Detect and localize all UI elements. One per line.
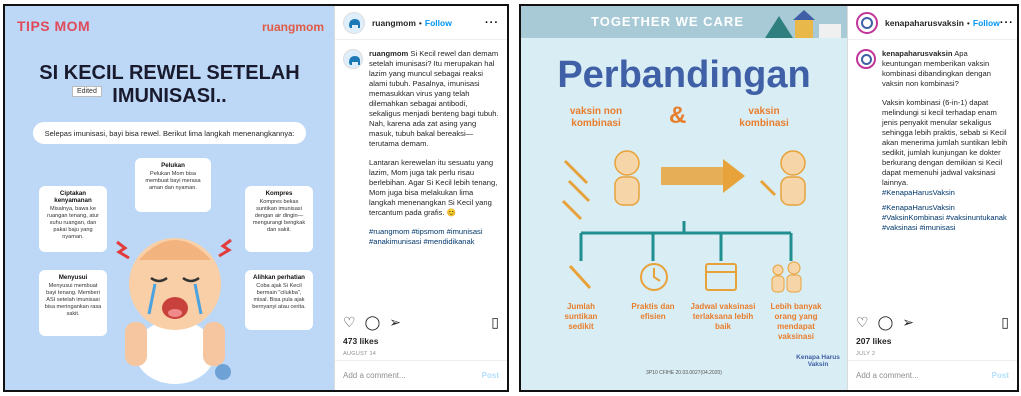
tip-title: Ciptakan kenyamanan: [54, 190, 92, 204]
ampersand: &: [669, 102, 687, 129]
hashtags[interactable]: #ruangmom #tipsmom #imunisasi #anakimuni…: [369, 227, 499, 247]
ruangmom-logo: ruangmom: [261, 20, 324, 34]
intro-banner: Selepas imunisasi, bayi bisa rewel. Beri…: [33, 122, 306, 144]
post-sidebar: ruangmom • Follow ··· ruangmom Si Kecil …: [334, 6, 507, 390]
follow-button[interactable]: Follow: [973, 18, 1000, 28]
comment-bar: Add a comment... Post: [335, 360, 507, 390]
hashtag-main[interactable]: #KenapaHarusVaksin: [882, 188, 1009, 198]
caption-paragraph: Vaksin kombinasi (6-in-1) dapat melindun…: [882, 98, 1008, 187]
benefit-label: Praktis dan efisien: [631, 302, 675, 321]
bookmark-icon[interactable]: ▯: [1001, 314, 1009, 331]
benefit-label: Jumlah suntikan sedikit: [564, 302, 598, 331]
separator-dot: •: [418, 17, 422, 28]
post-header: ruangmom • Follow ···: [335, 6, 507, 40]
edited-badge: Edited: [72, 86, 102, 97]
comment-bar: Add a comment... Post: [848, 360, 1017, 390]
tip-box-alihkan: Alihkan perhatian Coba ajak Si Kecil ber…: [245, 270, 313, 330]
like-heart-icon[interactable]: ♡: [856, 314, 869, 331]
share-icon[interactable]: ➢: [902, 314, 914, 331]
action-bar: ♡ ◯ ➢ ▯: [343, 313, 499, 331]
post-date: AUGUST 14: [343, 351, 377, 357]
tip-title: Menyusui: [58, 274, 88, 281]
post-image-kenapaharusvaksin: TOGETHER WE CARE Perbandingan & vaksin n…: [521, 6, 847, 390]
tip-body: Misalnya, bawa ke ruangan tenang, atur s…: [47, 206, 99, 240]
tip-title: Kompres: [265, 190, 293, 197]
more-options-icon[interactable]: ···: [485, 17, 499, 29]
avatar[interactable]: [856, 49, 876, 69]
separator-dot: •: [966, 17, 970, 28]
instagram-post-kenapaharusvaksin: TOGETHER WE CARE Perbandingan & vaksin n…: [519, 4, 1019, 392]
houses-illustration: [765, 10, 841, 38]
tip-box-menyusui: Menyusui Menyusui membuat bayi tenang. M…: [39, 270, 107, 336]
tips-mom-logo: TIPS MOM: [17, 18, 91, 34]
comment-input[interactable]: Add a comment...: [856, 371, 919, 380]
comment-icon[interactable]: ◯: [878, 314, 894, 331]
post-header: kenapaharusvaksin • Follow ···: [848, 6, 1017, 40]
follow-button[interactable]: Follow: [425, 18, 452, 28]
elephant-logo-icon: [349, 18, 360, 28]
caption-area: kenapaharusvaksin Apa keuntungan memberi…: [848, 41, 1017, 256]
tip-box-pelukan: Pelukan Pelukan Mom bisa membuat bayi me…: [135, 158, 211, 212]
tip-body: Kompres bekas suntikan imunisasi dengan …: [252, 199, 306, 233]
tip-body: Coba ajak Si Kecil bermain "cilukba", mi…: [252, 283, 306, 310]
avatar[interactable]: [856, 11, 878, 34]
more-options-icon[interactable]: ···: [1000, 17, 1014, 29]
caption-username[interactable]: ruangmom: [369, 49, 408, 58]
caption-paragraph: Lantaran kerewelan itu sesuatu yang lazi…: [369, 158, 498, 217]
username[interactable]: ruangmom: [372, 18, 416, 28]
caption-username[interactable]: kenapaharusvaksin: [882, 49, 953, 58]
caption-text: ruangmom Si Kecil rewel dan demam setela…: [369, 49, 499, 256]
post-image-ruangmom: TIPS MOM ruangmom SI KECIL REWEL SETELAH…: [5, 6, 334, 390]
avatar[interactable]: [343, 11, 365, 34]
post-comment-button[interactable]: Post: [482, 371, 499, 380]
infographic-title: Perbandingan: [557, 54, 811, 96]
caption-text: kenapaharusvaksin Apa keuntungan memberi…: [882, 49, 1009, 256]
tip-title: Alihkan perhatian: [253, 274, 305, 281]
crying-baby-illustration: [116, 238, 232, 384]
username[interactable]: kenapaharusvaksin: [885, 18, 964, 28]
instagram-post-ruangmom: TIPS MOM ruangmom SI KECIL REWEL SETELAH…: [3, 4, 509, 392]
infographic-title: SI KECIL REWEL SETELAH IMUNISASI..: [39, 62, 300, 107]
kv-logo-icon: [860, 53, 872, 65]
caption-area: ruangmom Si Kecil rewel dan demam setela…: [335, 41, 507, 256]
bookmark-icon[interactable]: ▯: [491, 314, 499, 331]
tip-box-kenyamanan: Ciptakan kenyamanan Misalnya, bawa ke ru…: [39, 186, 107, 252]
label-vaksin-non-kombinasi: vaksin non kombinasi: [569, 106, 623, 129]
tip-title: Pelukan: [161, 162, 185, 169]
comparison-illustration: [561, 150, 806, 221]
post-date: JULY 2: [856, 351, 876, 357]
action-bar: ♡ ◯ ➢ ▯: [856, 313, 1009, 331]
post-comment-button[interactable]: Post: [992, 371, 1009, 380]
banner-text: TOGETHER WE CARE: [591, 14, 744, 29]
hashtags[interactable]: #KenapaHarusVaksin #VaksinKombinasi #vak…: [882, 203, 1009, 233]
comment-icon[interactable]: ◯: [365, 314, 381, 331]
likes-count[interactable]: 207 likes: [856, 336, 891, 346]
elephant-logo-icon: [348, 55, 360, 65]
comment-input[interactable]: Add a comment...: [343, 371, 406, 380]
kv-logo-icon: [861, 16, 873, 29]
likes-count[interactable]: 473 likes: [343, 336, 378, 346]
avatar[interactable]: [343, 49, 363, 69]
tip-body: Menyusui membuat bayi tenang. Memberi AS…: [44, 283, 102, 317]
tip-box-kompres: Kompres Kompres bekas suntikan imunisasi…: [245, 186, 313, 252]
like-heart-icon[interactable]: ♡: [343, 314, 356, 331]
post-sidebar: kenapaharusvaksin • Follow ··· kenapahar…: [847, 6, 1017, 390]
branch-connector: [579, 221, 793, 261]
benefit-label: Lebih banyak orang yang mendapat vaksina…: [770, 302, 822, 341]
benefit-label: Jadwal vaksinasi terlaksana lebih baik: [690, 302, 756, 331]
share-icon[interactable]: ➢: [389, 314, 401, 331]
kenapa-harus-vaksin-logo: Kenapa Harus Vaksin: [796, 354, 840, 368]
tip-body: Pelukan Mom bisa membuat bayi merasa ama…: [145, 171, 201, 191]
caption-paragraph: Si Kecil rewel dan demam setelah imunisa…: [369, 49, 499, 148]
benefit-icons: [568, 261, 802, 293]
label-vaksin-kombinasi: vaksin kombinasi: [739, 106, 789, 129]
